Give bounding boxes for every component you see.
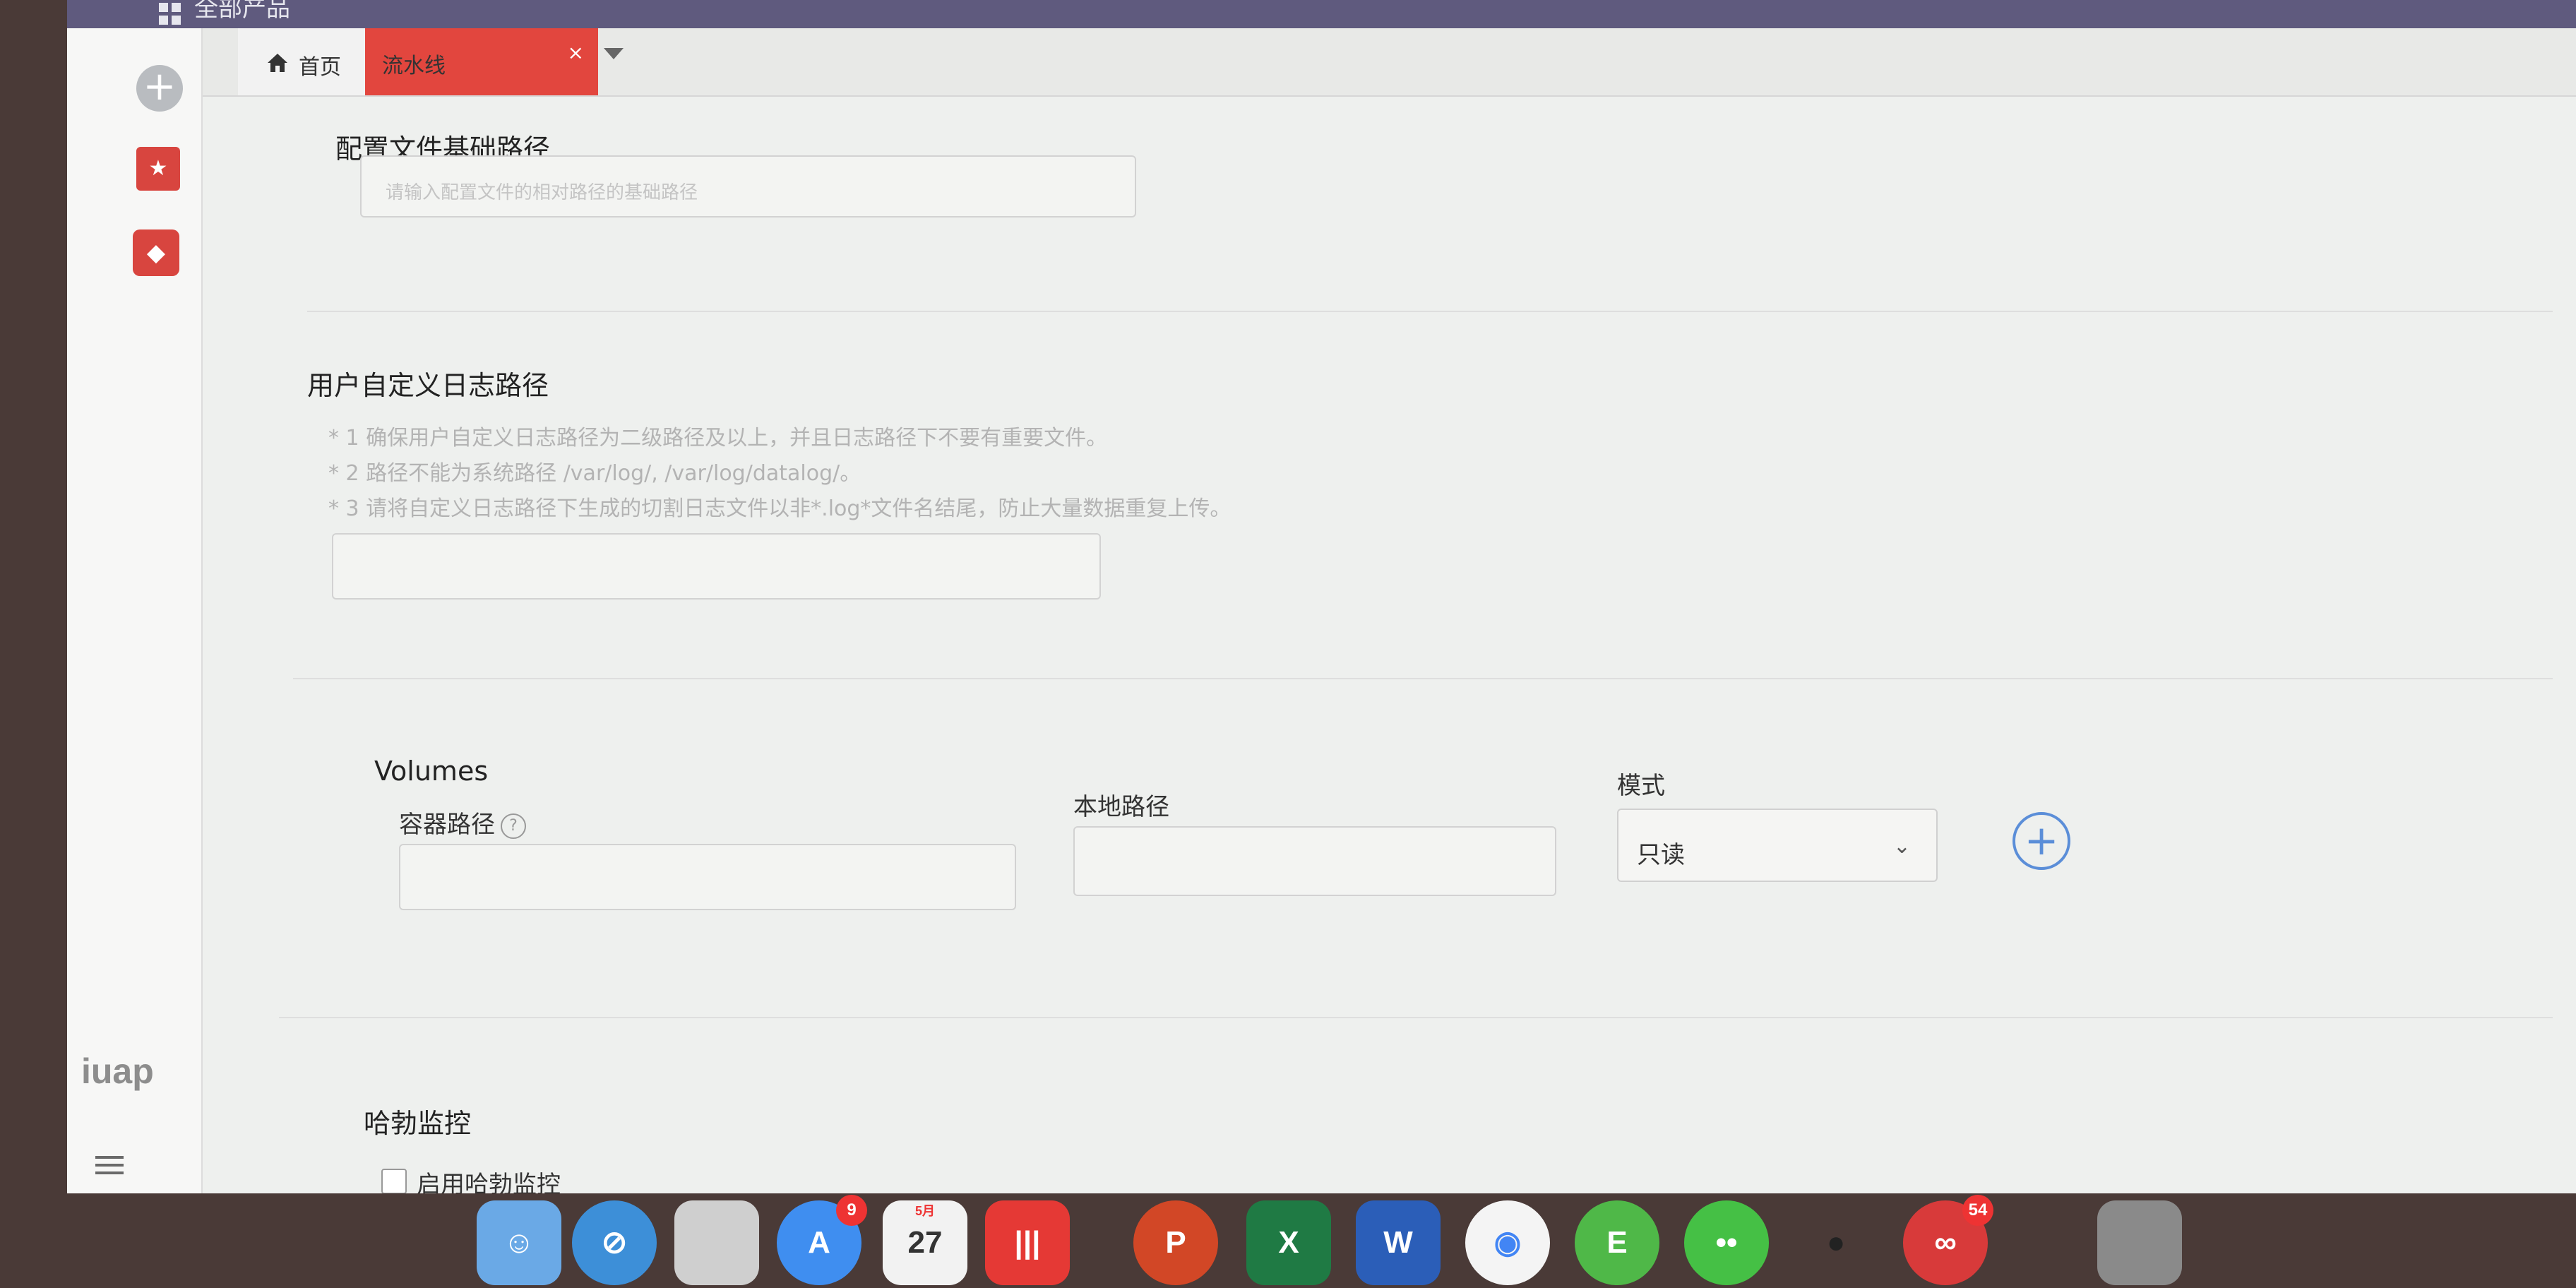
container-path-label-text: 容器路径 bbox=[399, 811, 495, 839]
tab-pipeline-label: 流水线 bbox=[382, 54, 446, 78]
enable-monitor-label: 启用哈勃监控 bbox=[417, 1171, 561, 1193]
mode-select-value: 只读 bbox=[1637, 841, 1685, 869]
appstore-badge: 9 bbox=[836, 1195, 867, 1226]
home-icon bbox=[268, 54, 287, 72]
add-volume-button[interactable]: + bbox=[2012, 812, 2070, 870]
qq-icon[interactable]: ● bbox=[1794, 1200, 1878, 1285]
tab-bar: 首页 流水线 × bbox=[203, 28, 2576, 97]
safari-icon[interactable]: ⊘ bbox=[572, 1200, 657, 1285]
music-icon[interactable]: ||| bbox=[985, 1200, 1070, 1285]
dock: ☺ ⊘ A9 27 5月 ||| P X W ◉ E •• ● ∞ 54 bbox=[452, 1193, 2182, 1288]
divider bbox=[293, 678, 2553, 679]
preview-icon[interactable] bbox=[674, 1200, 759, 1285]
calendar-icon[interactable]: 27 5月 bbox=[883, 1200, 967, 1285]
excel-icon[interactable]: X bbox=[1246, 1200, 1331, 1285]
mode-select[interactable]: 只读 ⌄ bbox=[1617, 809, 1938, 882]
log-path-hint-3: * 3 请将自定义日志路径下生成的切割日志文件以非*.log*文件名结尾，防止大… bbox=[328, 496, 1232, 521]
divider bbox=[307, 311, 2553, 312]
monitor-title: 哈勃监控 bbox=[364, 1108, 472, 1139]
form-content: 配置文件基础路径 请输入配置文件的相对路径的基础路径 用户自定义日志路径 * 1… bbox=[222, 99, 2553, 1193]
app-icon[interactable]: ∞ 54 bbox=[1903, 1195, 1993, 1285]
config-path-input[interactable]: 请输入配置文件的相对路径的基础路径 bbox=[360, 155, 1136, 217]
chevron-down-icon: ⌄ bbox=[1892, 834, 1911, 859]
close-icon[interactable]: × bbox=[568, 41, 584, 64]
chevron-down-icon[interactable] bbox=[604, 48, 624, 59]
top-bar: 全部产品 bbox=[67, 0, 2576, 28]
log-path-input[interactable] bbox=[332, 533, 1101, 600]
sidebar: + ★ ◆ iuap bbox=[67, 28, 203, 1193]
trash-icon[interactable] bbox=[2097, 1200, 2182, 1285]
config-path-placeholder: 请输入配置文件的相对路径的基础路径 bbox=[386, 182, 698, 203]
tab-home-label: 首页 bbox=[299, 55, 341, 80]
app-launcher-icon[interactable]: ◆ bbox=[133, 229, 179, 276]
finder-icon[interactable]: ☺ bbox=[477, 1200, 561, 1285]
word-icon[interactable]: W bbox=[1356, 1200, 1441, 1285]
favorites-folder-icon[interactable]: ★ bbox=[136, 147, 180, 191]
menu-toggle-icon[interactable] bbox=[95, 1151, 124, 1179]
powerpoint-icon[interactable]: P bbox=[1133, 1200, 1218, 1285]
divider bbox=[279, 1017, 2553, 1018]
enable-monitor-checkbox[interactable] bbox=[381, 1169, 407, 1193]
tab-pipeline[interactable]: 流水线 × bbox=[365, 28, 598, 95]
apps-grid-icon[interactable] bbox=[159, 3, 181, 25]
log-path-title: 用户自定义日志路径 bbox=[307, 370, 549, 401]
calendar-month: 5月 bbox=[914, 1204, 935, 1218]
log-path-hint-1: * 1 确保用户自定义日志路径为二级路径及以上，并且日志路径下不要有重要文件。 bbox=[328, 426, 1108, 451]
evernote-icon[interactable]: E bbox=[1575, 1200, 1659, 1285]
mode-label: 模式 bbox=[1617, 772, 1665, 800]
appstore-icon[interactable]: A9 bbox=[777, 1195, 867, 1285]
wechat-icon[interactable]: •• bbox=[1684, 1200, 1769, 1285]
brand-logo: iuap bbox=[81, 1051, 154, 1091]
local-path-input[interactable] bbox=[1073, 826, 1556, 896]
calendar-day: 27 bbox=[907, 1225, 943, 1260]
app-badge: 54 bbox=[1962, 1195, 1993, 1226]
screen: 全部产品 + ★ ◆ iuap 首页 流水线 × 配置文件基础路径 请输入配置文… bbox=[67, 0, 2576, 1193]
help-icon[interactable]: ? bbox=[501, 813, 526, 839]
all-products-label[interactable]: 全部产品 bbox=[194, 0, 290, 23]
container-path-input[interactable] bbox=[399, 844, 1016, 910]
tab-home[interactable]: 首页 bbox=[238, 28, 370, 95]
log-path-hint-2: * 2 路径不能为系统路径 /var/log/, /var/log/datalo… bbox=[328, 461, 861, 486]
container-path-label: 容器路径? bbox=[399, 805, 526, 840]
add-icon[interactable]: + bbox=[136, 65, 183, 112]
chrome-icon[interactable]: ◉ bbox=[1465, 1200, 1550, 1285]
volumes-title: Volumes bbox=[374, 756, 489, 787]
local-path-label: 本地路径 bbox=[1073, 793, 1169, 821]
